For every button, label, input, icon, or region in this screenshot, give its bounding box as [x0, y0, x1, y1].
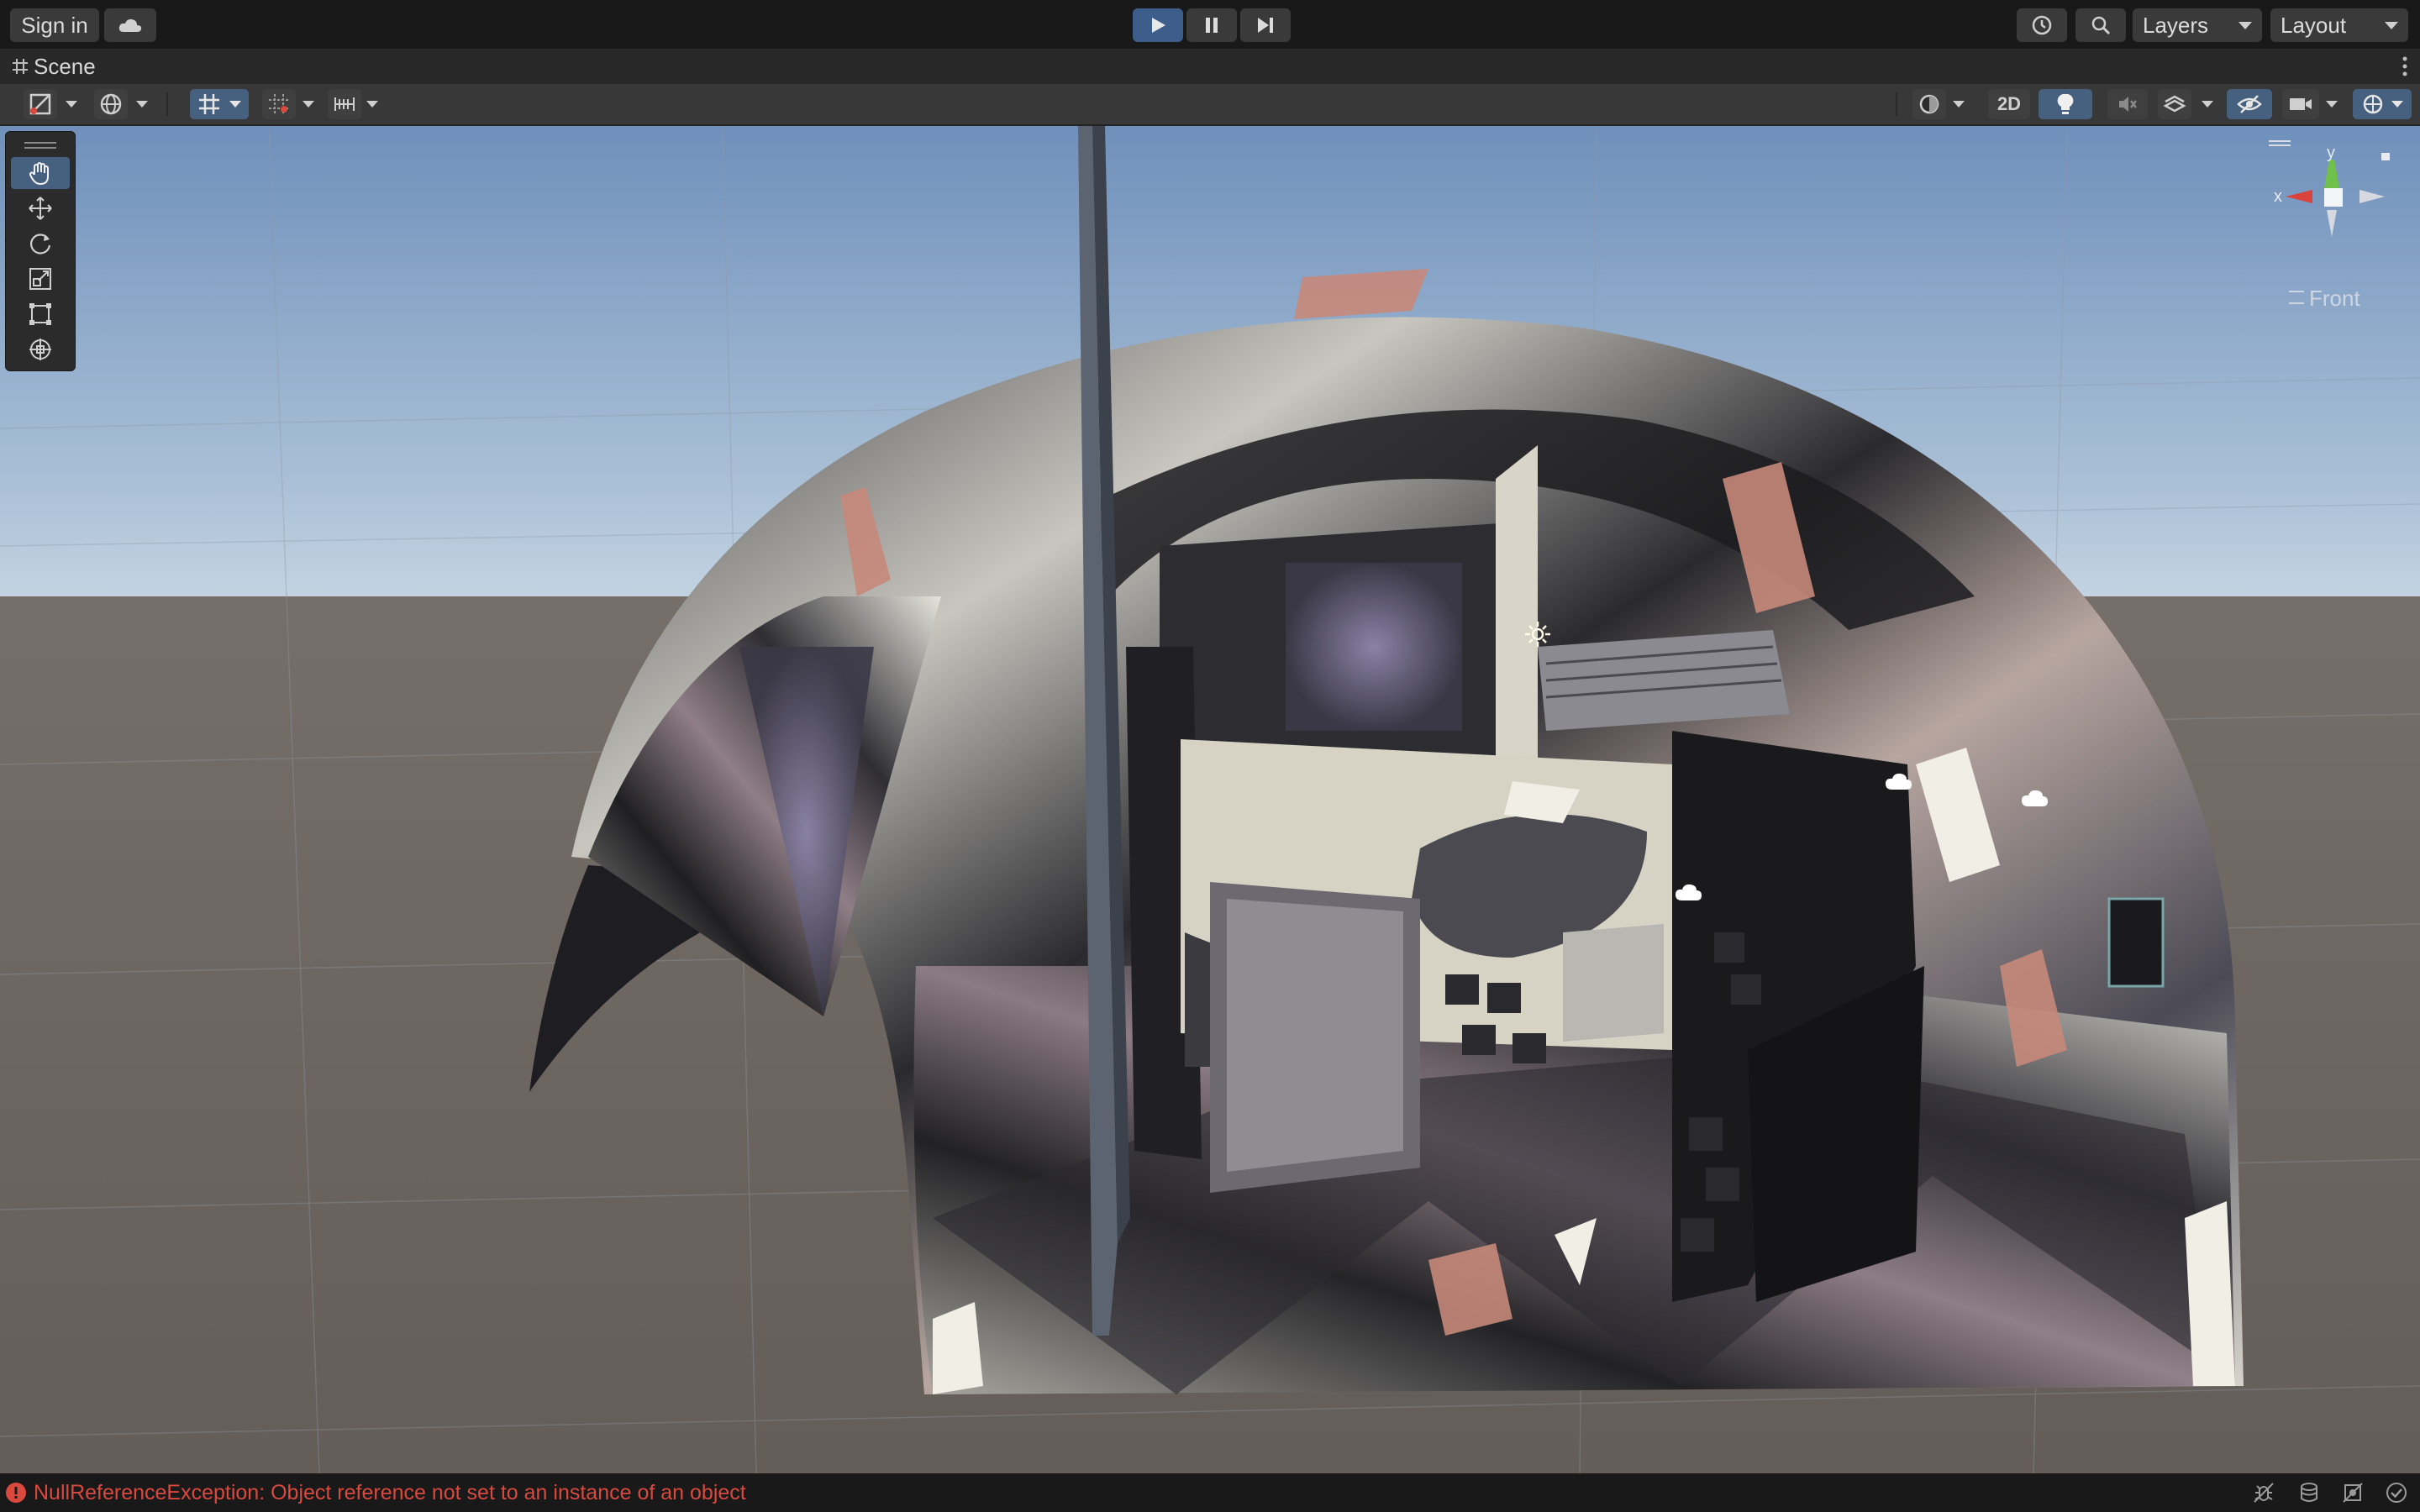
scene-render[interactable] [0, 126, 2420, 1473]
chevron-down-icon[interactable] [302, 101, 314, 108]
global-local-button[interactable] [94, 89, 128, 119]
toolbar-separator [166, 92, 168, 116]
neg-y-axis-cone [2327, 210, 2337, 237]
step-button[interactable] [1240, 8, 1291, 42]
cloud-icon [118, 18, 142, 32]
error-icon [6, 1483, 26, 1503]
2d-label: 2D [1996, 93, 2022, 114]
hand-tool-button[interactable] [11, 157, 70, 189]
audio-mute-icon [2119, 97, 2137, 112]
scale-tool-button[interactable] [11, 263, 70, 295]
visibility-icon [2237, 95, 2262, 113]
chevron-down-icon[interactable] [66, 101, 77, 108]
effects-icon [2163, 95, 2186, 113]
draw-mode-button[interactable] [24, 89, 57, 119]
play-button[interactable] [1133, 8, 1183, 42]
draw-mode-icon [29, 93, 51, 115]
2d-toggle-button[interactable]: 2D [1988, 89, 2030, 119]
more-options-icon[interactable] [2402, 55, 2408, 77]
view-orientation-label[interactable]: Front [2289, 286, 2360, 312]
search-icon [2091, 16, 2111, 35]
rect-tool-icon [29, 303, 51, 325]
undo-history-button[interactable] [2017, 8, 2067, 42]
status-bar: NullReferenceException: Object reference… [0, 1473, 2420, 1512]
scene-view-toolbar: 2D [0, 84, 2420, 126]
hand-tool-icon [29, 162, 49, 186]
step-icon [1258, 18, 1273, 33]
snap-increment-button[interactable] [262, 89, 296, 119]
rotate-tool-button[interactable] [11, 228, 70, 260]
x-axis-label: x [2274, 187, 2282, 206]
shading-icon [1919, 94, 1939, 114]
scene-grid-icon [13, 59, 28, 74]
sign-in-button[interactable]: Sign in [10, 8, 99, 42]
layers-label: Layers [2143, 12, 2209, 38]
camera-settings-button[interactable] [2282, 89, 2319, 119]
play-icon [1152, 18, 1165, 33]
lighting-toggle-button[interactable] [2039, 89, 2092, 119]
chevron-down-icon[interactable] [2202, 101, 2213, 108]
move-tool-button[interactable] [11, 192, 70, 224]
history-icon [2032, 15, 2052, 35]
scene-visibility-button[interactable] [2227, 89, 2272, 119]
ruler-icon [334, 97, 355, 111]
cloud-button[interactable] [104, 8, 156, 42]
gizmo-center-cube [2324, 188, 2343, 207]
debug-icon[interactable] [2252, 1481, 2275, 1504]
rect-tool-button[interactable] [11, 298, 70, 330]
front-label: Front [2309, 286, 2360, 311]
chevron-down-icon [2385, 22, 2398, 29]
pause-button[interactable] [1186, 8, 1237, 42]
scene-viewport[interactable]: y x Front [0, 126, 2420, 1473]
network-icon[interactable] [2341, 1481, 2365, 1504]
transform-tool-icon [29, 339, 51, 360]
chevron-down-icon [2238, 22, 2252, 29]
effects-button[interactable] [2158, 89, 2191, 119]
x-axis-cone [2286, 190, 2312, 203]
grid-snap-icon [199, 94, 219, 114]
console-error-message[interactable]: NullReferenceException: Object reference… [34, 1481, 746, 1505]
scene-tab[interactable]: Scene [34, 54, 96, 80]
scale-tool-icon [29, 268, 51, 290]
sign-in-label: Sign in [21, 12, 88, 38]
grid-snap-button[interactable] [190, 89, 249, 119]
layers-dropdown[interactable]: Layers [2133, 8, 2262, 42]
chevron-down-icon [229, 101, 241, 108]
globe-icon [100, 93, 122, 115]
y-axis-cone [2324, 160, 2339, 188]
layout-label: Layout [2281, 12, 2347, 38]
lock-icon [2381, 153, 2390, 160]
move-tool-icon [29, 197, 52, 220]
gizmos-button[interactable] [2353, 89, 2412, 119]
audio-toggle-button[interactable] [2107, 89, 2148, 119]
orientation-gizmo[interactable]: y x [2260, 138, 2412, 306]
gizmos-icon [2363, 94, 2383, 114]
chevron-down-icon[interactable] [366, 101, 378, 108]
cache-server-icon[interactable] [2297, 1481, 2321, 1504]
search-button[interactable] [2075, 8, 2126, 42]
drag-handle-icon[interactable] [24, 142, 56, 149]
tool-palette [5, 131, 76, 371]
menu-icon [2289, 291, 2304, 304]
light-icon [2057, 93, 2074, 114]
pause-icon [1206, 18, 1218, 33]
y-axis-label: y [2327, 144, 2335, 162]
chevron-down-icon [2391, 101, 2403, 108]
neg-x-axis-cone [2360, 190, 2385, 203]
shading-mode-button[interactable] [1912, 89, 1946, 119]
check-icon[interactable] [2385, 1481, 2408, 1504]
chevron-down-icon[interactable] [2326, 101, 2338, 108]
camera-icon [2290, 98, 2312, 110]
snap-increment-icon [269, 94, 289, 114]
top-toolbar: Sign in Layers Layout [0, 0, 2420, 49]
transform-tool-button[interactable] [11, 333, 70, 365]
chevron-down-icon[interactable] [1953, 101, 1965, 108]
ruler-button[interactable] [328, 89, 361, 119]
rotate-tool-icon [30, 234, 51, 255]
chevron-down-icon[interactable] [136, 101, 148, 108]
toolbar-separator [1896, 92, 1897, 116]
layout-dropdown[interactable]: Layout [2270, 8, 2408, 42]
scene-tab-bar: Scene [0, 49, 2420, 84]
